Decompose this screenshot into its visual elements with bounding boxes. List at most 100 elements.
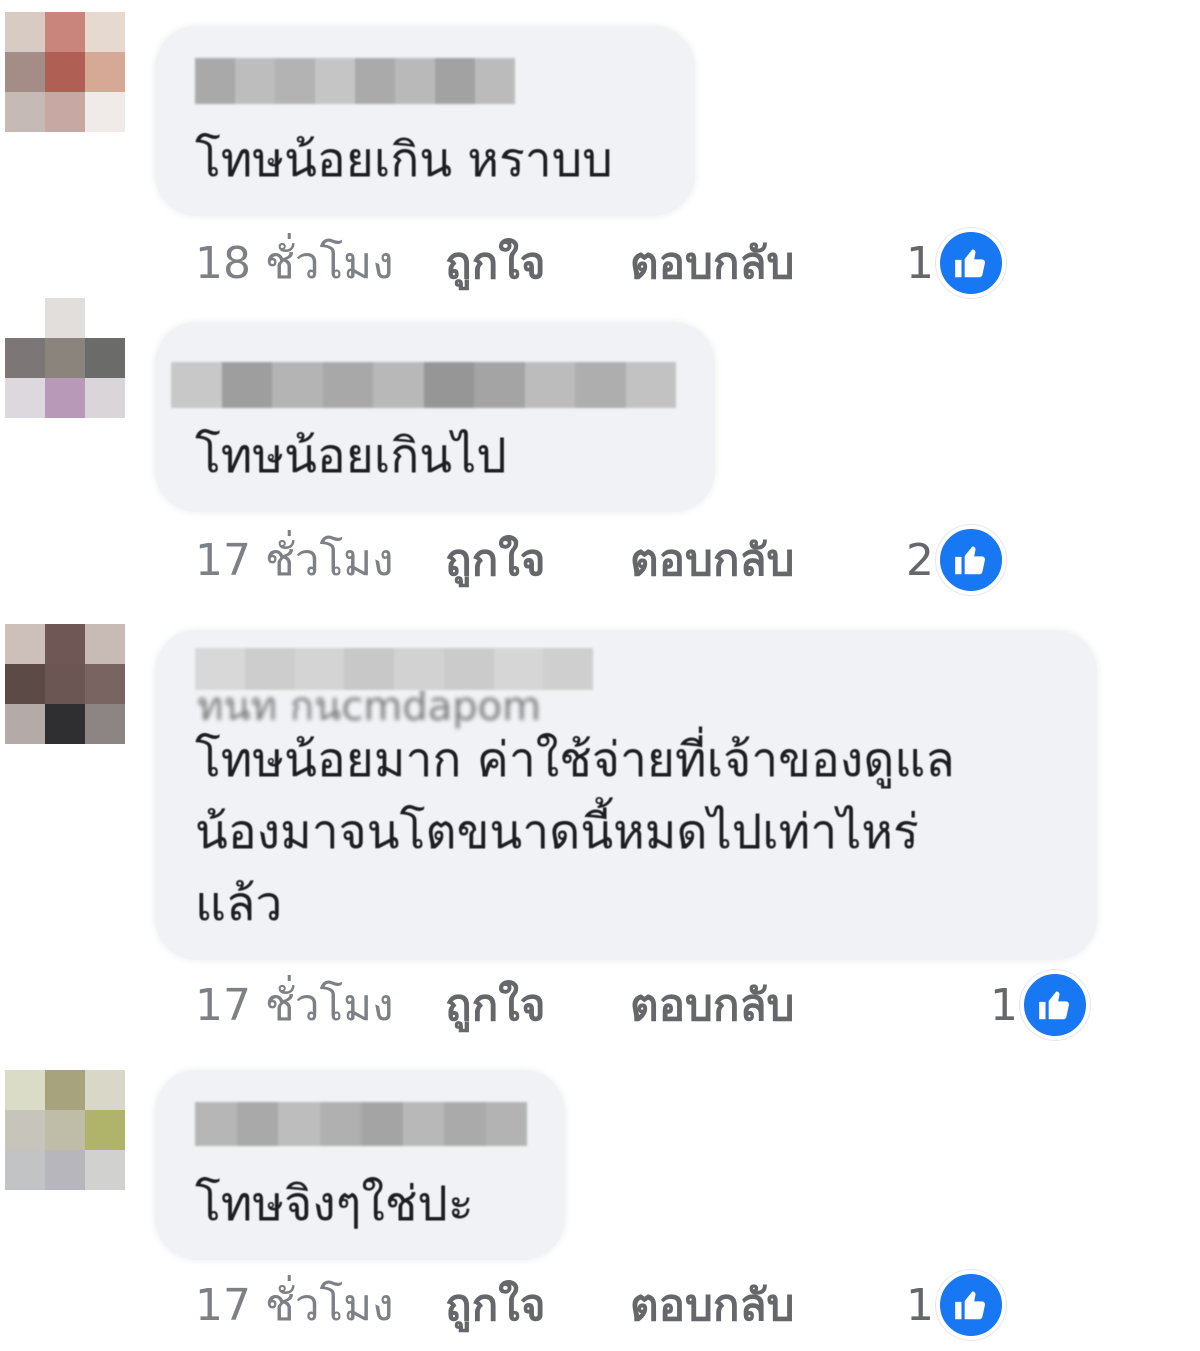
comment-bubble: โทษน้อยเกิน หราบบ	[155, 26, 695, 216]
name-blur-block	[315, 58, 355, 104]
reaction-count[interactable]: 2	[906, 525, 1006, 595]
avatar-pixel	[5, 378, 45, 418]
author-name-blurred[interactable]	[171, 362, 676, 408]
avatar-pixel	[85, 298, 125, 338]
author-name-blurred[interactable]	[195, 58, 515, 104]
avatar-pixel	[85, 704, 125, 744]
comment-bubble: โทษน้อยเกินไป	[155, 322, 715, 512]
avatar-pixel	[45, 12, 85, 52]
timestamp[interactable]: 17 ชั่วโมง	[195, 525, 445, 595]
avatar-pixel	[85, 1110, 125, 1150]
name-blur-block	[485, 1102, 527, 1146]
name-blur-block	[625, 362, 676, 408]
name-blur-block	[235, 58, 275, 104]
avatar-pixel	[85, 664, 125, 704]
avatar-pixel	[85, 52, 125, 92]
avatar-pixel	[5, 664, 45, 704]
name-blur-block	[294, 648, 345, 690]
name-blur-block	[524, 362, 575, 408]
avatar[interactable]	[5, 624, 125, 744]
name-blur-block	[475, 58, 515, 104]
avatar-pixel	[5, 1150, 45, 1190]
avatar-pixel	[45, 338, 85, 378]
name-blur-block	[355, 58, 395, 104]
comment-text: โทษน้อยเกิน หราบบ	[195, 132, 613, 188]
avatar-pixel	[85, 1150, 125, 1190]
reply-button[interactable]: ตอบกลับ	[630, 525, 794, 595]
name-blur-block	[195, 648, 245, 690]
reaction-count[interactable]: 1	[906, 228, 1006, 298]
avatar-pixel	[45, 624, 85, 664]
avatar-pixel	[85, 624, 125, 664]
avatar-pixel	[45, 298, 85, 338]
like-button[interactable]: ถูกใจ	[445, 525, 630, 595]
reaction-count[interactable]: 1	[906, 1270, 1006, 1340]
name-blur-block	[319, 1102, 361, 1146]
name-blur-block	[373, 362, 424, 408]
comment-bubble: โทษจิงๆใช่ปะ	[155, 1070, 565, 1260]
timestamp[interactable]: 17 ชั่วโมง	[195, 970, 445, 1040]
name-blur-block	[493, 648, 544, 690]
avatar-pixel	[5, 52, 45, 92]
name-blur-block	[272, 362, 323, 408]
reply-button[interactable]: ตอบกลับ	[630, 228, 794, 298]
avatar[interactable]	[5, 12, 125, 132]
name-blur-block	[195, 58, 235, 104]
reply-button[interactable]: ตอบกลับ	[630, 970, 794, 1040]
avatar-pixel	[5, 1070, 45, 1110]
author-name-blurred[interactable]	[195, 648, 593, 690]
avatar-pixel	[45, 1110, 85, 1150]
avatar-pixel	[5, 92, 45, 132]
thumbs-up-icon	[936, 1270, 1006, 1340]
name-blur-block	[244, 648, 295, 690]
name-blur-block	[322, 362, 373, 408]
like-button[interactable]: ถูกใจ	[445, 228, 630, 298]
comment-text: โทษน้อยเกินไป	[195, 428, 507, 484]
name-blur-block	[395, 58, 435, 104]
name-blur-block	[171, 362, 222, 408]
timestamp[interactable]: 17 ชั่วโมง	[195, 1270, 445, 1340]
reaction-count-number: 2	[906, 534, 934, 586]
comment-text: โทษน้อยมาก ค่าใช้จ่ายที่เจ้าของดูแล น้อง…	[195, 732, 955, 932]
name-blur-block	[275, 58, 315, 104]
name-blur-block	[435, 58, 475, 104]
avatar-pixel	[45, 92, 85, 132]
like-button[interactable]: ถูกใจ	[445, 1270, 630, 1340]
avatar-pixel	[45, 704, 85, 744]
avatar-pixel	[45, 1070, 85, 1110]
reaction-count[interactable]: 1	[990, 970, 1090, 1040]
name-blur-block	[443, 648, 494, 690]
name-blur-block	[444, 1102, 486, 1146]
comment-actions: 18 ชั่วโมง ถูกใจ ตอบกลับ	[195, 228, 794, 298]
avatar-pixel	[5, 298, 45, 338]
name-blur-block	[344, 648, 394, 690]
avatar[interactable]	[5, 1070, 125, 1190]
avatar-pixel	[5, 338, 45, 378]
like-button[interactable]: ถูกใจ	[445, 970, 630, 1040]
avatar-pixel	[45, 52, 85, 92]
name-blur-block	[423, 362, 474, 408]
name-blur-block	[195, 1102, 237, 1146]
comment-text: โทษจิงๆใช่ปะ	[195, 1176, 474, 1232]
thumbs-up-icon	[1020, 970, 1090, 1040]
avatar-pixel	[5, 704, 45, 744]
reply-button[interactable]: ตอบกลับ	[630, 1270, 794, 1340]
name-blur-block	[402, 1102, 444, 1146]
name-blur-block	[278, 1102, 320, 1146]
name-blur-block	[543, 648, 593, 690]
avatar-pixel	[5, 624, 45, 664]
author-name-blurred[interactable]	[195, 1102, 527, 1146]
reaction-count-number: 1	[906, 1279, 934, 1331]
name-blur-block	[575, 362, 626, 408]
avatar-pixel	[5, 12, 45, 52]
avatar-pixel	[45, 664, 85, 704]
timestamp[interactable]: 18 ชั่วโมง	[195, 228, 445, 298]
avatar[interactable]	[5, 298, 125, 418]
name-blur-block	[236, 1102, 278, 1146]
name-blur-block	[361, 1102, 403, 1146]
avatar-pixel	[85, 92, 125, 132]
avatar-pixel	[5, 1110, 45, 1150]
comment-bubble: ทนท กนcmdapom โทษน้อยมาก ค่าใช้จ่ายที่เจ…	[155, 630, 1097, 960]
thumbs-up-icon	[936, 228, 1006, 298]
name-blur-block	[221, 362, 272, 408]
